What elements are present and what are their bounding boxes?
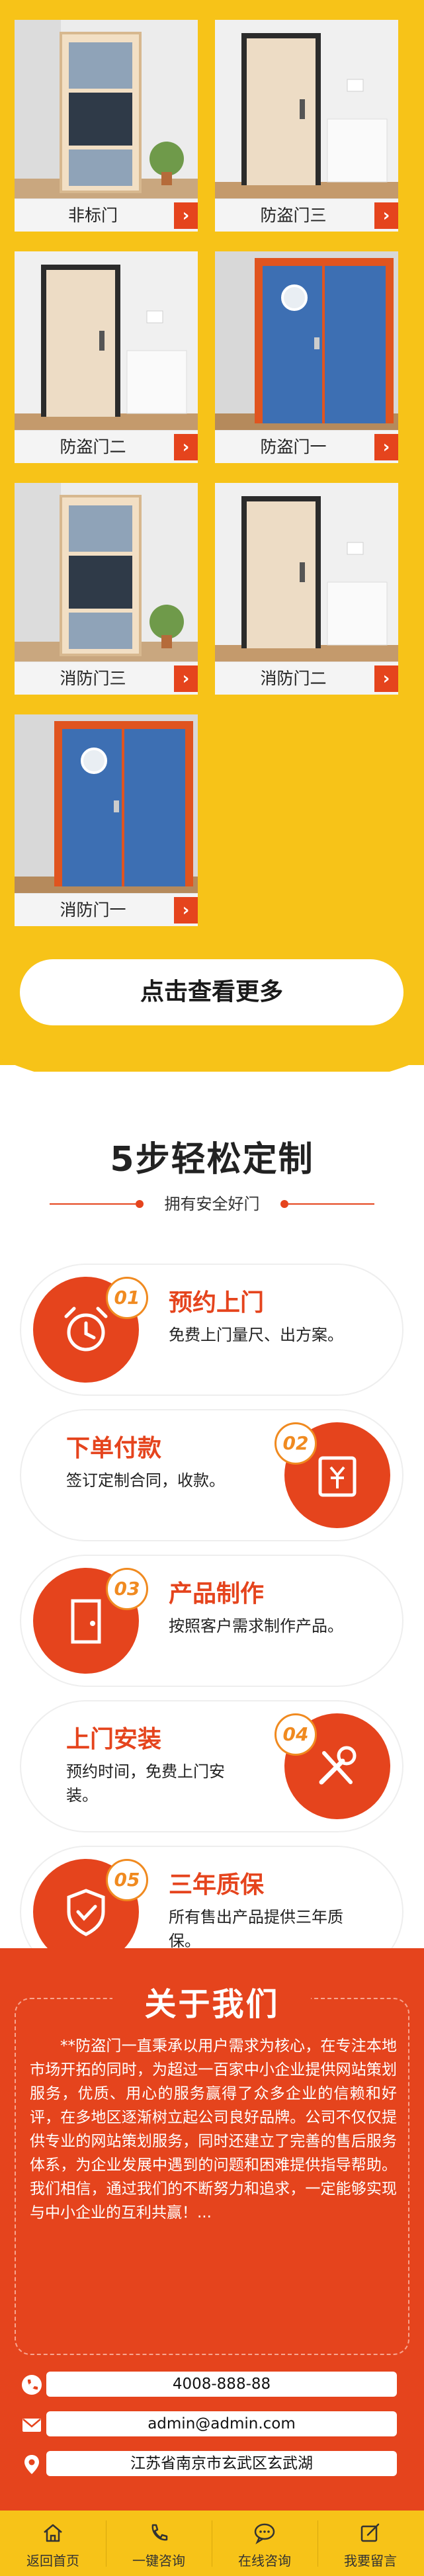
view-more-button[interactable]: 点击查看更多 <box>20 959 403 1025</box>
product-caption: 消防门一 › <box>15 893 198 926</box>
step-title: 三年质保 <box>169 1871 265 1899</box>
product-image <box>15 251 198 440</box>
payment-icon <box>318 1456 357 1497</box>
phone-icon <box>151 2524 168 2541</box>
step-card: 01 预约上门 免费上门量尺、出方案。 <box>20 1264 403 1396</box>
shield-check-icon <box>67 1889 105 1936</box>
nav-label: 一键咨询 <box>132 2553 185 2569</box>
step-card: 03 产品制作 按照客户需求制作产品。 <box>20 1555 403 1687</box>
contact-email[interactable]: admin@admin.com <box>0 2411 424 2438</box>
step-title: 产品制作 <box>169 1580 265 1608</box>
chevron-right-icon[interactable]: › <box>174 202 198 229</box>
product-name: 消防门三 <box>60 669 126 688</box>
divider <box>288 1203 374 1205</box>
product-caption: 消防门三 › <box>15 662 198 695</box>
product-image <box>215 483 398 671</box>
product-name: 消防门一 <box>60 900 126 920</box>
about-title: 关于我们 <box>144 1986 280 2023</box>
nav-call[interactable]: 一键咨询 <box>106 2511 212 2576</box>
contact-address[interactable]: 江苏省南京市玄武区玄武湖 <box>0 2451 424 2477</box>
product-card[interactable]: 消防门三 › <box>15 483 198 695</box>
step-card: 02 下单付款 签订定制合同，收款。 <box>20 1409 403 1541</box>
door-icon <box>71 1599 101 1644</box>
chevron-right-icon[interactable]: › <box>374 665 398 692</box>
step-card: 04 上门安装 预约时间，免费上门安装。 <box>20 1700 403 1832</box>
step-desc: 签订定制合同，收款。 <box>66 1471 225 1490</box>
product-card[interactable]: 防盗门三 › <box>215 20 398 232</box>
product-name: 消防门二 <box>260 669 327 688</box>
chevron-right-icon[interactable]: › <box>174 665 198 692</box>
product-image <box>215 20 398 208</box>
step-number: 05 <box>106 1859 148 1901</box>
bottom-nav: 返回首页 一键咨询 在线咨询 我要留言 <box>0 2511 424 2576</box>
step-number: 03 <box>106 1568 148 1610</box>
chevron-right-icon[interactable]: › <box>174 897 198 923</box>
product-name: 防盗门三 <box>260 206 327 225</box>
step-number: 02 <box>275 1422 317 1465</box>
product-caption: 非标门 › <box>15 198 198 232</box>
nav-chat[interactable]: 在线咨询 <box>212 2511 318 2576</box>
product-image <box>15 20 198 208</box>
contact-phone[interactable]: 4008-888-88 <box>0 2372 424 2398</box>
step-desc: 预约时间，免费上门安装。 <box>66 1762 225 1805</box>
product-caption: 防盗门二 › <box>15 430 198 463</box>
product-caption: 防盗门三 › <box>215 198 398 232</box>
product-caption: 防盗门一 › <box>215 430 398 463</box>
product-image <box>15 714 198 903</box>
nav-label: 我要留言 <box>344 2553 397 2569</box>
divider-dot <box>280 1200 288 1208</box>
product-image <box>215 251 398 440</box>
steps-section: 5步轻松定制 拥有安全好门 01 预约上门 免费上门量尺、出方案。 02 下单付… <box>0 1072 424 1978</box>
steps-title: 5步轻松定制 <box>110 1140 314 1180</box>
step-desc: 按照客户需求制作产品。 <box>169 1617 343 1635</box>
nav-message[interactable]: 我要留言 <box>318 2511 423 2576</box>
step-number: 04 <box>275 1713 317 1756</box>
chevron-right-icon[interactable]: › <box>374 434 398 460</box>
about-section: 关于我们 **防盗门一直秉承以用户需求为核心，在专注本地市场开拓的同时，为超过一… <box>0 1948 424 2517</box>
step-desc: 所有售出产品提供三年质保。 <box>169 1908 343 1950</box>
product-image <box>15 483 198 671</box>
about-text: **防盗门一直秉承以用户需求为核心，在专注本地市场开拓的同时，为超过一百家中小企… <box>30 2038 397 2221</box>
phone-icon <box>22 2375 42 2395</box>
product-section: 非标门 › 防盗门三 › 防盗门二 › 防盗门一 › 消防门三 › 消防门二 ›… <box>0 0 424 1065</box>
mail-icon <box>22 2419 41 2432</box>
phone-number[interactable]: 4008-888-88 <box>46 2372 397 2397</box>
address: 江苏省南京市玄武区玄武湖 <box>46 2451 397 2476</box>
product-card[interactable]: 非标门 › <box>15 20 198 232</box>
nav-label: 返回首页 <box>26 2553 79 2569</box>
chevron-right-icon[interactable]: › <box>174 434 198 460</box>
product-name: 防盗门二 <box>60 437 126 456</box>
product-card[interactable]: 防盗门一 › <box>215 251 398 463</box>
nav-home[interactable]: 返回首页 <box>0 2511 106 2576</box>
tools-icon <box>319 1746 357 1785</box>
product-name: 非标门 <box>67 206 118 225</box>
step-number: 01 <box>106 1277 148 1319</box>
chevron-right-icon[interactable]: › <box>374 202 398 229</box>
step-title: 下单付款 <box>66 1435 162 1462</box>
product-card[interactable]: 消防门二 › <box>215 483 398 695</box>
steps-subtitle-wrap: 拥有安全好门 <box>0 1191 424 1217</box>
step-desc: 免费上门量尺、出方案。 <box>169 1326 343 1344</box>
chat-icon <box>254 2523 275 2545</box>
page: 非标门 › 防盗门三 › 防盗门二 › 防盗门一 › 消防门三 › 消防门二 ›… <box>0 0 424 2576</box>
product-name: 防盗门一 <box>260 437 327 456</box>
email-address[interactable]: admin@admin.com <box>46 2411 397 2436</box>
product-card[interactable]: 防盗门二 › <box>15 251 198 463</box>
nav-label: 在线咨询 <box>238 2553 291 2569</box>
edit-icon <box>360 2523 380 2542</box>
step-title: 上门安装 <box>66 1726 162 1753</box>
product-card[interactable]: 消防门一 › <box>15 714 198 926</box>
product-caption: 消防门二 › <box>215 662 398 695</box>
home-icon <box>44 2524 62 2542</box>
step-title: 预约上门 <box>169 1289 265 1316</box>
alarm-clock-icon <box>64 1307 108 1352</box>
location-pin-icon <box>24 2455 39 2474</box>
